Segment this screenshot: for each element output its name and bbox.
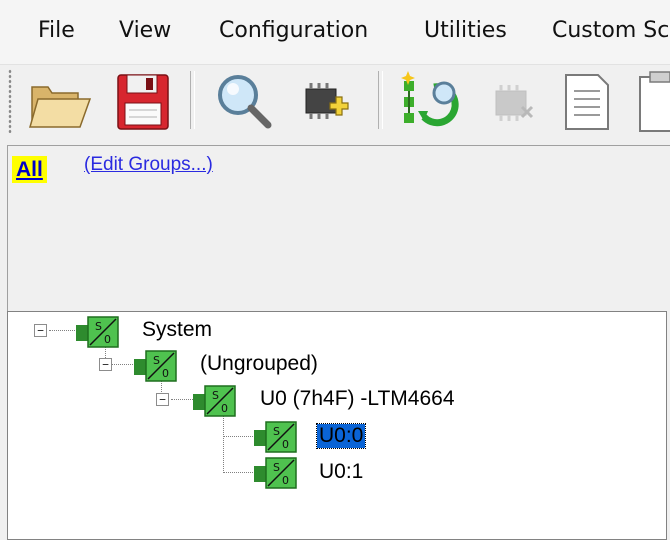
menu-utilities[interactable]: Utilities [424, 18, 507, 43]
open-button[interactable] [26, 67, 96, 137]
menu-bar: File View Configuration Utilities Custom… [0, 0, 670, 65]
menu-view[interactable]: View [119, 18, 171, 43]
add-device-chip-icon [305, 83, 349, 119]
folder-open-icon [29, 86, 92, 128]
power-converter-icon: S 0 [76, 315, 120, 349]
remove-device-chip-icon [495, 85, 534, 121]
tree-node-u0-device[interactable]: U0 (7h4F) -LTM4664 [258, 387, 457, 411]
svg-text:S: S [212, 389, 219, 402]
menu-configuration[interactable]: Configuration [219, 18, 368, 43]
group-all-link[interactable]: All [12, 156, 47, 183]
svg-text:0: 0 [221, 402, 228, 415]
svg-text:S: S [273, 461, 280, 474]
svg-text:0: 0 [162, 367, 169, 380]
network-refresh-icon [401, 71, 459, 127]
edit-groups-link[interactable]: (Edit Groups...) [84, 154, 213, 176]
svg-text:S: S [95, 320, 102, 333]
groups-panel: All (Edit Groups...) [7, 145, 670, 311]
collapse-system-toggle[interactable]: − [34, 324, 47, 337]
svg-text:0: 0 [282, 438, 289, 451]
power-converter-icon: S 0 [134, 349, 178, 383]
collapse-u0-toggle[interactable]: − [156, 393, 169, 406]
svg-text:0: 0 [282, 474, 289, 487]
svg-text:0: 0 [104, 333, 111, 346]
document-icon [565, 74, 609, 130]
tree-connector [223, 416, 224, 473]
tree-node-system[interactable]: System [140, 318, 214, 342]
add-device-button[interactable] [290, 67, 360, 137]
paste-button[interactable] [630, 67, 670, 137]
tree-node-u0-1[interactable]: U0:1 [317, 460, 365, 484]
search-button[interactable] [208, 67, 278, 137]
power-converter-icon: S 0 [193, 384, 237, 418]
remove-device-button[interactable] [478, 67, 548, 137]
copy-button[interactable] [552, 67, 622, 137]
toolbar-separator [190, 71, 195, 129]
toolbar-separator [378, 71, 383, 129]
collapse-ungrouped-toggle[interactable]: − [99, 358, 112, 371]
toolbar-grip[interactable] [8, 69, 12, 133]
power-converter-icon: S 0 [254, 456, 298, 490]
device-tree[interactable]: − − − S 0 System S 0 (Ungrouped) S 0 U0 … [7, 311, 667, 540]
menu-custom-scripts[interactable]: Custom Sc [552, 18, 669, 43]
tree-node-u0-0[interactable]: U0:0 [315, 423, 367, 449]
power-converter-icon: S 0 [254, 420, 298, 454]
svg-text:S: S [153, 354, 160, 367]
tree-node-ungrouped[interactable]: (Ungrouped) [198, 352, 320, 376]
save-button[interactable] [108, 67, 178, 137]
svg-text:S: S [273, 425, 280, 438]
magnifier-search-icon [218, 75, 272, 129]
floppy-disk-save-icon [117, 74, 169, 130]
menu-file[interactable]: File [38, 18, 75, 43]
clipboard-icon [639, 71, 670, 132]
refresh-network-button[interactable] [396, 67, 466, 137]
toolbar [0, 65, 670, 145]
